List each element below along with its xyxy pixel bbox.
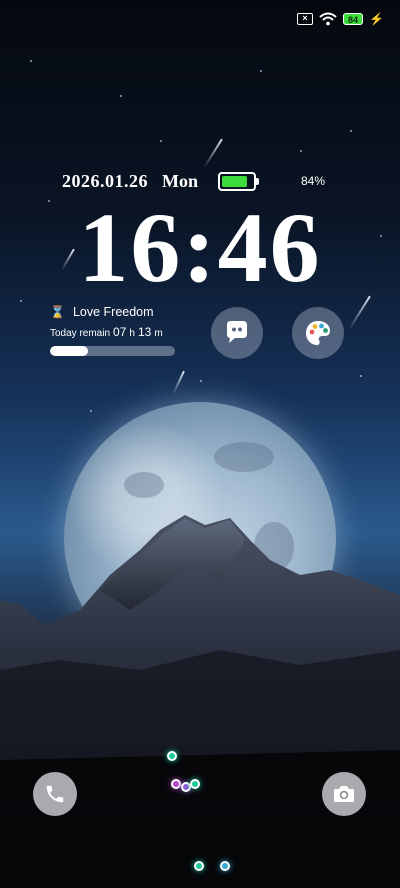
sparkle-dot [167,751,177,761]
bolt-icon: ⚡ [369,12,384,26]
battery-percent: 84% [301,174,326,188]
clock-time: 16:46 [78,192,322,303]
widget-progress-bar [50,346,175,356]
palette-icon [306,321,330,345]
wifi-icon [319,12,337,26]
remain-label: Today remain [50,328,111,339]
phone-icon [46,785,64,803]
sparkle-dot [194,861,204,871]
widget-title: Love Freedom [72,305,154,319]
theme-shortcut-button[interactable] [292,307,344,359]
remain-minutes: 13 [137,325,152,339]
sparkle-dot [171,779,181,789]
chat-shortcut-button[interactable] [211,307,263,359]
mountain-silhouette [0,515,400,888]
remain-hours: 07 [113,325,127,339]
widget-title-row: ⌛ Love Freedom [50,305,180,319]
chat-bubble-icon [227,321,247,343]
sim-missing-icon: × [297,13,314,25]
status-battery: 84 [343,13,364,25]
phone-button[interactable] [33,772,77,816]
remain-minutes-unit: m [154,328,163,339]
countdown-widget[interactable]: ⌛ Love Freedom Today remain 07 h 13 m [50,305,180,356]
sparkle-dot [220,861,230,871]
lockscreen: × 84 ⚡ 2026.01.26 Mon 84% 16:46 ⌛ Love F… [0,0,400,888]
widget-remain-row: Today remain 07 h 13 m [50,325,180,339]
sparkle-dot [190,779,200,789]
remain-hours-unit: h [129,328,135,339]
camera-icon [334,786,354,802]
widget-progress-fill [50,346,88,356]
camera-button[interactable] [322,772,366,816]
hourglass-icon: ⌛ [50,305,65,319]
status-bar: × 84 ⚡ [297,10,384,28]
